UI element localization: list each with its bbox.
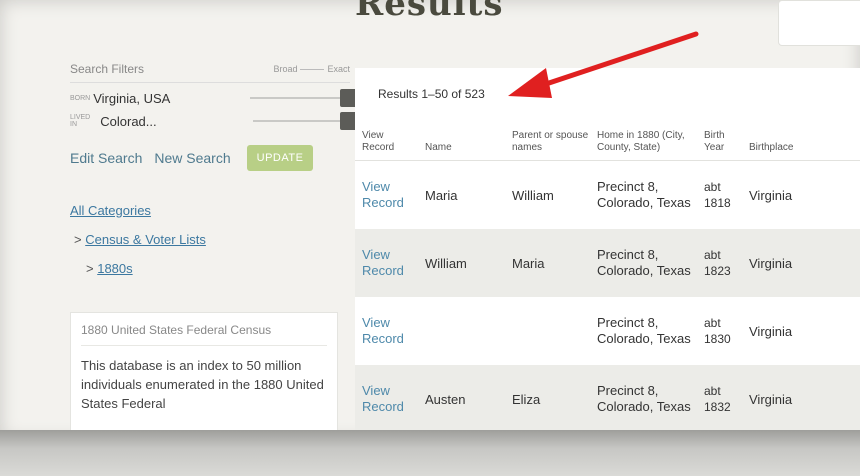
birthplace-cell: Virginia	[742, 229, 860, 297]
filters-title: Search Filters	[70, 62, 145, 76]
lived-in-slider[interactable]	[252, 112, 358, 130]
birthplace-cell: Virginia	[749, 323, 793, 339]
database-description: This database is an index to 50 million …	[81, 358, 324, 411]
birth-year-cell: abt 1830	[704, 316, 731, 346]
filter-born: BORN Virginia, USA	[70, 89, 358, 107]
view-record-cell: View Record	[355, 161, 418, 230]
table-row: View Record Maria William Precinct 8, Co…	[355, 161, 860, 230]
parent-cell: William	[512, 187, 554, 203]
col-name: Name	[418, 110, 505, 161]
page-title: Results	[355, 0, 504, 24]
name-cell: William	[418, 229, 505, 297]
page-background: Results Search Filters Broad Exact BORN …	[0, 0, 860, 440]
view-record-link[interactable]: View Record	[362, 247, 404, 278]
filter-value-born: Virginia, USA	[93, 90, 171, 106]
home-cell: Precinct 8, Colorado, Texas	[590, 229, 697, 297]
top-search-box[interactable]	[778, 0, 860, 46]
category-chevron-icon: >	[86, 261, 94, 276]
home-cell: Precinct 8, Colorado, Texas	[597, 315, 691, 346]
name-cell: Maria	[425, 187, 458, 203]
filter-label-lived-in: LIVED IN	[70, 114, 91, 128]
table-header-row: View Record Name Parent or spouse names …	[355, 110, 860, 161]
view-record-link[interactable]: View Record	[362, 383, 404, 414]
birth-year-cell: abt 1823	[697, 229, 742, 297]
census-voter-lists-link[interactable]: Census & Voter Lists	[85, 232, 206, 247]
born-slider[interactable]	[249, 89, 358, 107]
1880s-link[interactable]: 1880s	[97, 261, 132, 276]
col-birth-year: Birth Year	[697, 110, 742, 161]
table-row: View Record Austen Eliza Precinct 8, Col…	[355, 365, 860, 433]
view-record-cell: View Record	[355, 365, 418, 433]
col-view-record: View Record	[355, 110, 418, 161]
view-record-cell: View Record	[355, 229, 418, 297]
search-actions: Edit Search New Search UPDATE	[70, 145, 350, 171]
category-level1: > Census & Voter Lists	[70, 232, 350, 247]
parent-cell	[505, 297, 590, 365]
category-list: All Categories > Census & Voter Lists > …	[70, 203, 350, 276]
filter-label-born: BORN	[70, 94, 91, 102]
home-cell: Precinct 8, Colorado, Texas	[590, 365, 697, 433]
edit-search-link[interactable]: Edit Search	[70, 150, 142, 166]
update-button[interactable]: UPDATE	[246, 145, 314, 171]
birthplace-cell: Virginia	[749, 187, 793, 203]
category-all: All Categories	[70, 203, 350, 218]
name-cell	[418, 297, 505, 365]
broad-exact-scale: Broad Exact	[273, 64, 350, 74]
home-cell: Precinct 8, Colorado, Texas	[597, 179, 691, 210]
exact-label: Exact	[327, 64, 350, 74]
table-row: View Record William Maria Precinct 8, Co…	[355, 229, 860, 297]
new-search-link[interactable]: New Search	[154, 150, 230, 166]
database-title: 1880 United States Federal Census	[81, 323, 327, 346]
view-record-link[interactable]: View Record	[362, 179, 404, 210]
results-count: Results 1–50 of 523	[378, 87, 485, 101]
all-categories-link[interactable]: All Categories	[70, 203, 151, 218]
filter-lived-in: LIVED IN Colorad...	[70, 112, 358, 130]
results-panel: Results 1–50 of 523 View Record Name Par…	[355, 68, 860, 440]
filters-header: Search Filters Broad Exact	[70, 62, 350, 83]
window-bottom-shadow	[0, 430, 860, 476]
broad-label: Broad	[273, 64, 298, 74]
filter-value-lived-in: Colorad...	[100, 113, 157, 129]
col-home-1880: Home in 1880 (City, County, State)	[590, 110, 697, 161]
red-arrow-icon	[508, 31, 699, 98]
database-info-box: 1880 United States Federal Census This d…	[70, 312, 338, 440]
view-record-cell: View Record	[355, 297, 418, 365]
category-chevron-icon: >	[74, 232, 82, 247]
birthplace-cell: Virginia	[742, 365, 860, 433]
category-level2: > 1880s	[70, 261, 350, 276]
col-birthplace: Birthplace	[742, 110, 860, 161]
scale-line	[300, 68, 325, 70]
view-record-link[interactable]: View Record	[362, 315, 404, 346]
col-parent-spouse: Parent or spouse names	[505, 110, 590, 161]
table-row: View Record Precinct 8, Colorado, Texas …	[355, 297, 860, 365]
parent-cell: Maria	[505, 229, 590, 297]
birth-year-cell: abt 1818	[704, 180, 731, 210]
parent-cell: Eliza	[505, 365, 590, 433]
sidebar: Search Filters Broad Exact BORN Virginia…	[70, 62, 358, 290]
birth-year-cell: abt 1832	[697, 365, 742, 433]
results-table: View Record Name Parent or spouse names …	[355, 110, 860, 433]
name-cell: Austen	[418, 365, 505, 433]
